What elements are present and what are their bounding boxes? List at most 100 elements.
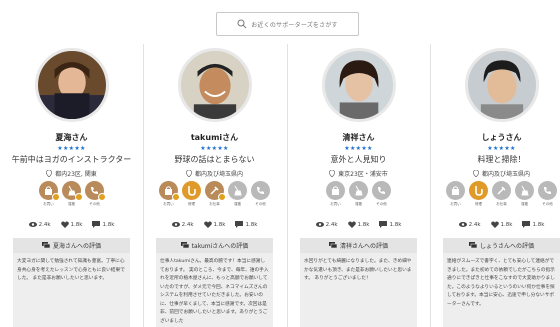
rating-stars: ★★★★★ [200,145,229,152]
supporter-card[interactable]: 清祥さん ★★★★★ 意外と人見知り 東京23区・浦安市 お買い 運搬 その他 … [295,44,422,327]
location-pin-icon [473,170,479,177]
review-header: 清祥さんへの評価 [300,238,417,253]
review-title: takumiさんへの評価 [191,243,249,250]
rating-stars: ★★★★★ [57,145,86,152]
check-badge-icon [172,193,180,201]
chat-icon [41,242,50,249]
location-pin-icon [46,170,53,177]
review-title: 夏海さんへの評価 [52,243,101,250]
comment-icon [522,221,531,228]
plumbing-icon [188,186,196,196]
tagline: 意外と人見知り [330,155,387,164]
skill-shopping: お買い [39,181,60,207]
location-pin-icon [186,170,192,177]
skill-list: お買い 修理 お仕事 運搬 その他 [151,181,278,207]
service-area: 都内23区, 関東 [8,169,135,178]
avatar[interactable] [321,48,396,122]
tagline: 料理と掃除！ [477,155,526,164]
area-text: 東京23区・浦安市 [338,171,388,178]
skill-other: その他 [251,181,270,207]
avatar[interactable] [34,48,109,122]
chat-icon [328,242,337,249]
broom-icon [521,185,529,196]
comments-count: 1.8k [379,221,401,228]
review-header: しょうさんへの評価 [443,238,560,253]
eye-icon [315,222,324,227]
service-area: 都内及び埼玉県内 [438,169,560,178]
avatar[interactable] [177,48,252,122]
review-text: 連絡がスムーズで書字く、とても安心して連絡ができました。また初めての依頼でしたが… [447,259,555,307]
skill-other: その他 [85,181,106,207]
likes-count: 1.8k [203,221,225,228]
comments-count: 1.8k [235,221,257,228]
skill-other: その他 [538,181,557,207]
plumbing-icon [475,186,483,196]
chat-icon [468,242,477,249]
skill-other: その他 [372,181,391,207]
review-panel: 清祥さんへの評価 水回りがとても綺麗になりました。また、きめ細やかな気遣いも頂き… [300,238,417,327]
eye-icon [458,222,467,227]
search-box[interactable]: お近くのサポーターズをさがす [216,12,359,36]
review-header: 夏海さんへの評価 [13,238,130,253]
supporter-name[interactable]: 清祥さん [295,132,422,143]
tools-icon [497,186,506,195]
check-badge-icon [218,193,226,201]
review-title: しょうさんへの評価 [479,243,534,250]
review-panel: しょうさんへの評価 連絡がスムーズで書字く、とても安心して連絡ができました。また… [443,238,560,327]
service-area: 都内及び埼玉県内 [151,169,278,178]
skill-work: お仕事 [492,181,511,207]
comments-count: 1.8k [92,221,114,228]
supporter-name[interactable]: takumiさん [151,132,278,143]
phone-icon [544,187,551,194]
bag-icon [332,186,339,195]
skill-list: お買い 運搬 その他 [295,181,422,207]
area-text: 都内及び埼玉県内 [194,171,243,178]
rating-stars: ★★★★★ [344,145,373,152]
supporter-card[interactable]: しょうさん ★★★★★ 料理と掃除！ 都内及び埼玉県内 お買い 修理 お仕事 運… [438,44,560,327]
stats: 2.4k 1.8k 1.8k [8,221,135,228]
views-count: 2.4k [458,221,481,228]
eye-icon [171,222,180,227]
rating-stars: ★★★★★ [487,145,516,152]
supporter-card[interactable]: 夏海さん ★★★★★ 午前中はヨガのインストラクター 都内23区, 関東 お買い… [8,44,135,327]
service-area: 東京23区・浦安市 [295,169,422,178]
skill-transport: 運搬 [62,181,83,207]
avatar[interactable] [464,48,539,122]
check-badge-icon [98,193,106,201]
skill-transport: 運搬 [228,181,247,207]
skill-shopping: お買い [446,181,465,207]
bag-icon [452,186,459,195]
review-title: 清祥さんへの評価 [339,243,388,250]
comment-icon [92,221,101,228]
area-text: 都内及び埼玉県内 [481,171,530,178]
stats: 2.4k 1.8k 1.8k [295,221,422,228]
supporter-name[interactable]: 夏海さん [8,132,135,143]
skill-shopping: お買い [159,181,180,207]
search-icon [237,19,247,29]
heart-icon [490,221,499,228]
skill-list: お買い 運搬 その他 [8,181,135,207]
review-header: takumiさんへの評価 [156,238,273,253]
likes-count: 1.8k [490,221,512,228]
skill-repair: 修理 [182,181,201,207]
skill-list: お買い 修理 お仕事 運搬 その他 [438,181,560,207]
area-text: 都内23区, 関東 [55,171,97,178]
skill-transport: 運搬 [515,181,534,207]
heart-icon [60,221,69,228]
location-pin-icon [329,170,336,177]
eye-icon [28,222,37,227]
review-panel: 夏海さんへの評価 大変ヨガに関して勉強されて知識も豊富。丁寧に心身共心身を考えた… [13,238,130,327]
likes-count: 1.8k [347,221,369,228]
comment-icon [379,221,388,228]
heart-icon [347,221,356,228]
skill-repair: 修理 [469,181,488,207]
broom-icon [355,185,363,196]
comment-icon [235,221,244,228]
likes-count: 1.8k [60,221,82,228]
views-count: 2.4k [28,221,51,228]
supporter-name[interactable]: しょうさん [438,132,560,143]
tagline: 野球の話はとまらない [174,155,255,164]
check-badge-icon [75,193,83,201]
phone-icon [378,187,385,194]
supporter-card[interactable]: takumiさん ★★★★★ 野球の話はとまらない 都内及び埼玉県内 お買い 修… [151,44,278,327]
